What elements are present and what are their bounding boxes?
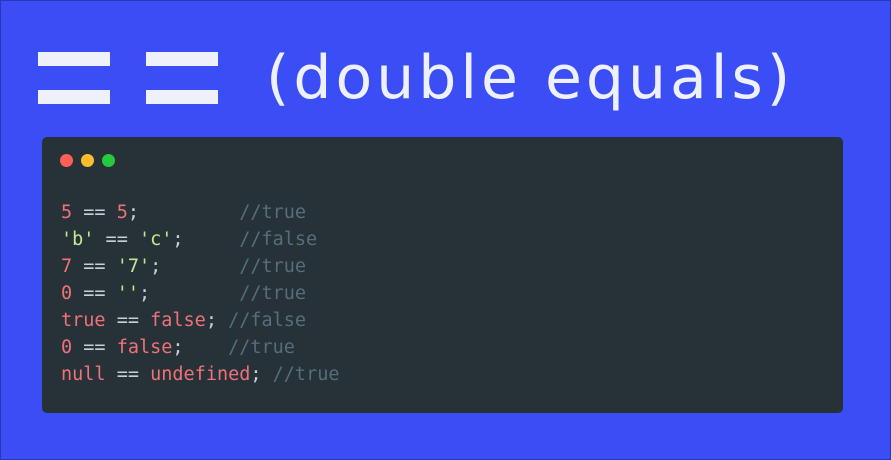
maximize-dot-icon[interactable] — [102, 154, 115, 167]
equals-symbol-icon — [38, 52, 110, 104]
code-line: 0 == ''; //true — [61, 280, 339, 307]
code-token-operator: ; — [250, 364, 273, 385]
code-token-operator: ; — [205, 310, 229, 331]
code-token-operator: == — [72, 283, 117, 304]
equals-bar — [146, 52, 218, 66]
code-token-operator: == — [94, 229, 139, 250]
code-token-keyword: true — [61, 310, 106, 331]
code-token-operator: ; — [172, 337, 229, 358]
code-token-string: 'b' — [61, 229, 95, 250]
code-token-keyword: undefined — [150, 364, 251, 385]
code-token-number: 5 — [61, 202, 73, 223]
equals-bar — [146, 90, 218, 104]
code-token-operator: == — [72, 202, 117, 223]
code-token-string: 'c' — [138, 229, 173, 250]
code-token-comment: //true — [228, 337, 295, 358]
code-token-operator: == — [72, 256, 117, 277]
code-token-string: '' — [116, 283, 139, 304]
code-token-string: '7' — [116, 256, 151, 277]
code-token-comment: //false — [239, 229, 318, 250]
code-line: 5 == 5; //true — [61, 199, 339, 226]
code-token-number: 5 — [116, 202, 128, 223]
code-token-operator: ; — [150, 256, 240, 277]
code-token-operator: == — [105, 364, 151, 385]
code-token-operator: == — [105, 310, 151, 331]
page-title: (double equals) — [266, 43, 795, 113]
minimize-dot-icon[interactable] — [81, 154, 94, 167]
code-line: 7 == '7'; //true — [61, 253, 339, 280]
code-token-number: 0 — [61, 283, 73, 304]
equals-bar — [38, 52, 110, 66]
code-window: 5 == 5; //true'b' == 'c'; //false 7 == '7… — [42, 137, 843, 413]
code-line: null == undefined; //true — [61, 361, 339, 388]
code-token-number: 7 — [61, 256, 73, 277]
code-line: 'b' == 'c'; //false — [61, 226, 339, 253]
code-token-keyword: false — [116, 337, 173, 358]
code-token-operator: == — [72, 337, 117, 358]
code-block: 5 == 5; //true'b' == 'c'; //false 7 == '7… — [61, 199, 339, 388]
equals-symbol-icon — [146, 52, 218, 104]
code-token-keyword: false — [150, 310, 206, 331]
code-token-operator: ; — [172, 229, 240, 250]
close-dot-icon[interactable] — [60, 154, 73, 167]
code-token-comment: //true — [239, 256, 307, 277]
code-token-keyword: null — [61, 364, 106, 385]
code-token-operator: ; — [138, 283, 240, 304]
code-line: 0 == false; //true — [61, 334, 339, 361]
code-token-operator: ; — [127, 202, 240, 223]
window-controls — [60, 154, 115, 167]
code-token-comment: //true — [272, 364, 340, 385]
code-token-comment: //true — [239, 283, 307, 304]
title-row: (double equals) — [38, 38, 794, 118]
code-token-number: 0 — [61, 337, 73, 358]
code-token-comment: //false — [228, 310, 307, 331]
equals-bar — [38, 90, 110, 104]
code-line: true == false; //false — [61, 307, 339, 334]
code-token-comment: //true — [239, 202, 307, 223]
